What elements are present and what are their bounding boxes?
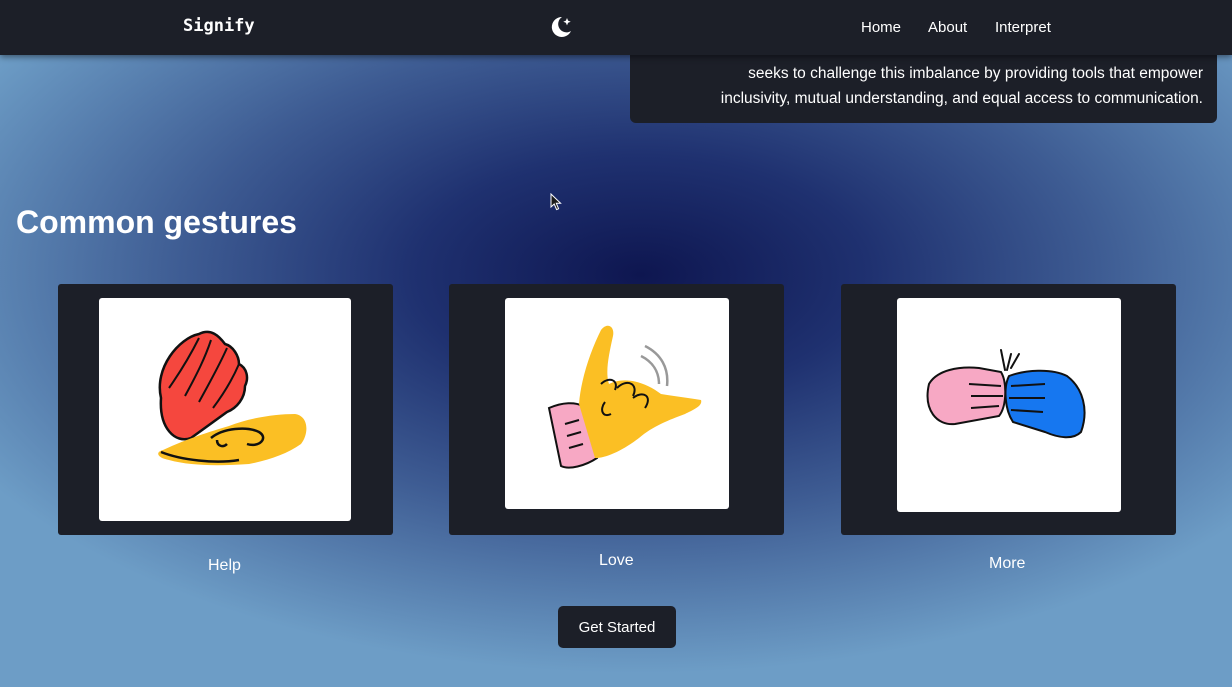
moon-sparkle-icon[interactable] bbox=[547, 13, 575, 41]
brand-logo[interactable]: Signify bbox=[183, 16, 255, 36]
about-text-line: seeks to challenge this imbalance by pro… bbox=[748, 65, 1203, 82]
mouse-cursor-icon bbox=[550, 193, 562, 211]
gesture-label-help: Help bbox=[208, 557, 241, 574]
nav-link-home[interactable]: Home bbox=[861, 19, 901, 36]
help-sign-icon bbox=[99, 298, 351, 521]
gesture-card-help[interactable] bbox=[58, 284, 393, 535]
love-sign-icon bbox=[505, 298, 729, 509]
more-sign-icon bbox=[897, 298, 1121, 512]
get-started-button[interactable]: Get Started bbox=[558, 606, 676, 648]
navbar: Signify Home About Interpret bbox=[0, 0, 1232, 55]
gesture-card-love[interactable] bbox=[449, 284, 784, 535]
section-title: Common gestures bbox=[16, 204, 297, 240]
gesture-card-more[interactable] bbox=[841, 284, 1176, 535]
nav-link-about[interactable]: About bbox=[928, 19, 967, 36]
nav-link-interpret[interactable]: Interpret bbox=[995, 19, 1051, 36]
about-text-line: inclusivity, mutual understanding, and e… bbox=[720, 90, 1203, 107]
gesture-label-love: Love bbox=[599, 552, 634, 569]
gesture-label-more: More bbox=[989, 555, 1026, 572]
